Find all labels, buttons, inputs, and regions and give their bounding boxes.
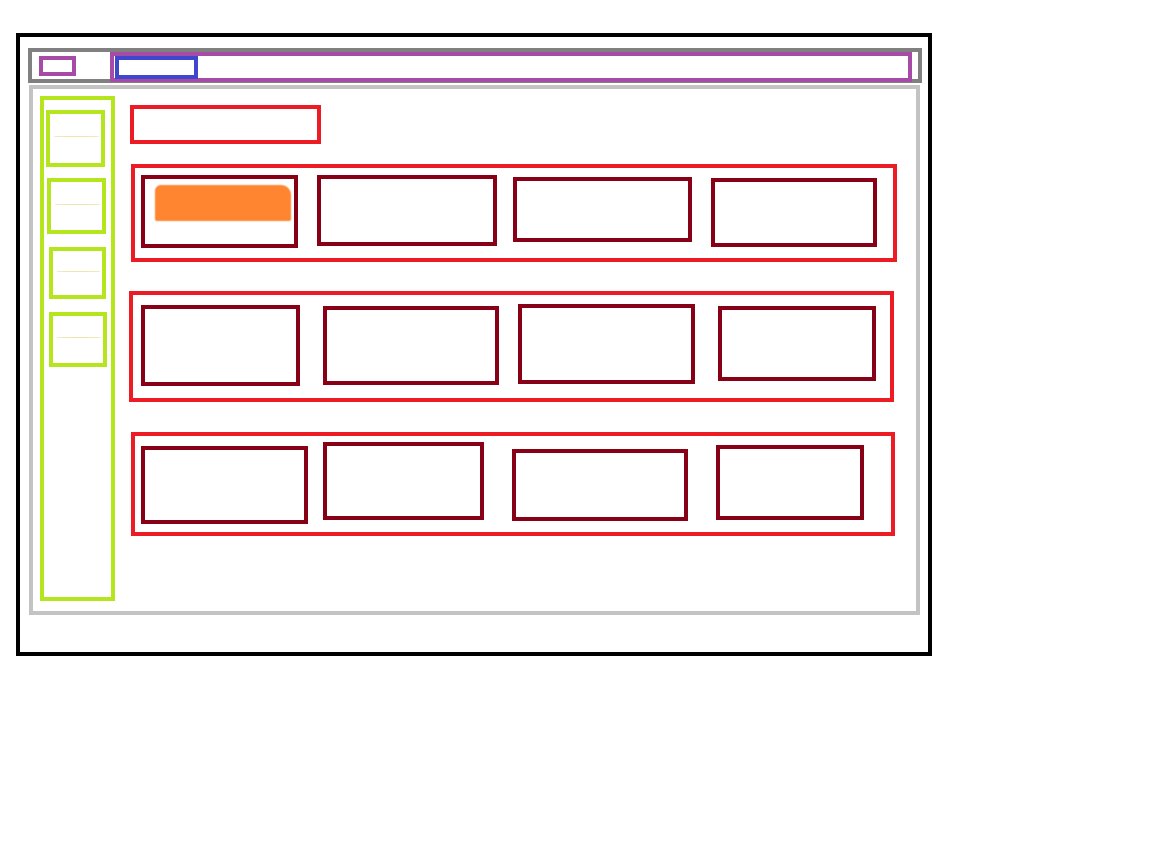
sidebar-item-line <box>54 136 99 138</box>
card-3-2[interactable] <box>323 442 484 520</box>
sidebar-item-line <box>55 203 100 205</box>
card-2-1[interactable] <box>141 305 300 386</box>
card-1-1[interactable] <box>141 175 298 248</box>
sidebar-item-line <box>57 337 101 339</box>
active-tab[interactable] <box>115 56 198 79</box>
sidebar-item-3[interactable] <box>49 247 106 299</box>
card-3-4[interactable] <box>716 445 864 520</box>
sidebar-item-4[interactable] <box>49 312 107 367</box>
sidebar-item-1[interactable] <box>46 110 105 167</box>
card-3-3[interactable] <box>512 449 688 521</box>
card-1-2[interactable] <box>317 175 497 246</box>
card-2-2[interactable] <box>323 306 499 385</box>
sidebar-item-line <box>57 270 100 272</box>
card-3-1[interactable] <box>141 446 308 524</box>
highlight-marker <box>155 185 291 221</box>
page-title <box>130 105 321 144</box>
card-2-3[interactable] <box>518 304 695 384</box>
address-bar[interactable] <box>110 52 912 82</box>
logo[interactable] <box>39 56 76 76</box>
card-2-4[interactable] <box>718 306 876 381</box>
card-1-4[interactable] <box>711 178 877 247</box>
sidebar-item-2[interactable] <box>47 178 106 234</box>
card-1-3[interactable] <box>513 177 692 242</box>
